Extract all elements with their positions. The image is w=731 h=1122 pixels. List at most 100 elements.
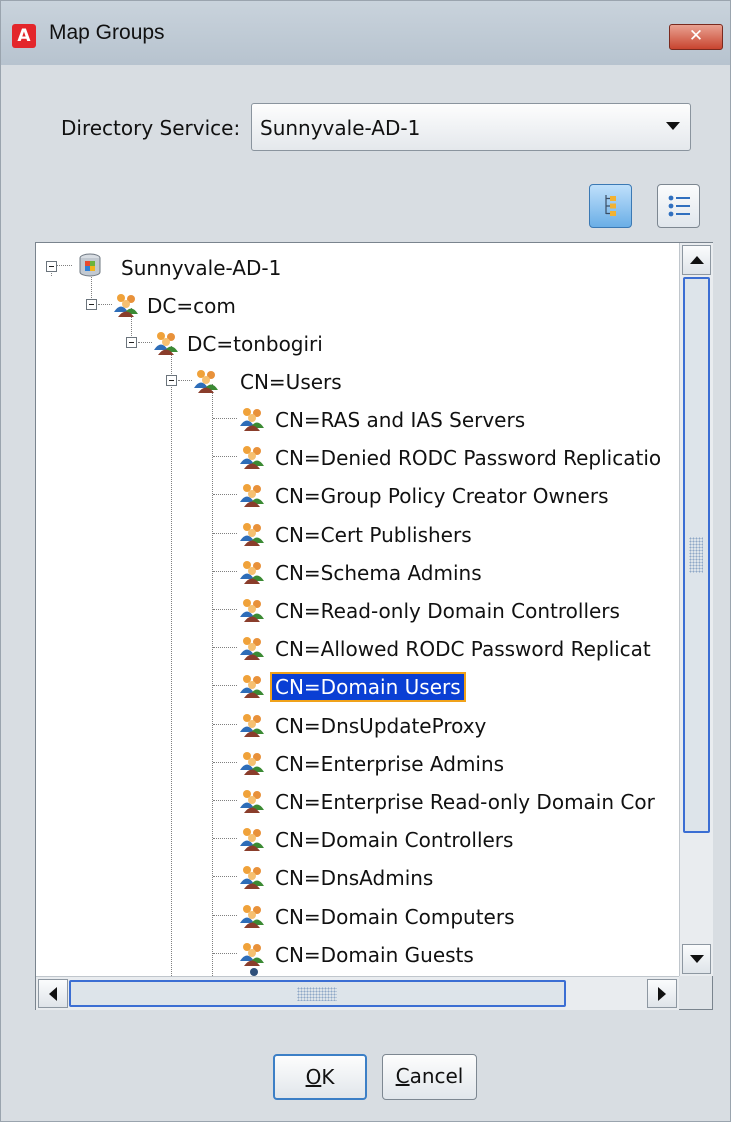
cancel-button[interactable]: Cancel xyxy=(382,1054,477,1100)
tree-connector xyxy=(212,384,213,976)
tree-connector xyxy=(213,609,237,610)
arrow-right-icon xyxy=(658,987,666,1001)
scroll-left-button[interactable] xyxy=(38,979,68,1008)
scroll-right-button[interactable] xyxy=(647,979,677,1008)
tree-node-label: CN=Group Policy Creator Owners xyxy=(275,484,609,509)
horizontal-scroll-thumb[interactable] xyxy=(69,980,566,1007)
collapse-toggle-icon[interactable] xyxy=(126,337,137,348)
tree-node-label: CN=Read-only Domain Controllers xyxy=(275,599,620,623)
tree-connector xyxy=(213,723,237,725)
tree-node-dc-tonbogiri[interactable]: DC=tonbogiri xyxy=(124,325,524,359)
horizontal-scrollbar[interactable] xyxy=(36,976,679,1010)
group-icon xyxy=(154,332,178,355)
directory-service-label: Directory Service: xyxy=(61,116,241,140)
group-icon xyxy=(240,713,264,737)
tree-connector xyxy=(213,418,237,419)
tree-node-group[interactable]: CN=Domain Guests xyxy=(238,936,679,970)
directory-service-select[interactable]: Sunnyvale-AD-1 xyxy=(251,103,691,151)
tree-view-button[interactable] xyxy=(589,184,632,228)
group-icon xyxy=(240,522,264,546)
tree-connector xyxy=(213,647,237,649)
directory-server-icon xyxy=(79,253,101,277)
tree-connector xyxy=(213,838,237,840)
map-groups-dialog: A Map Groups ✕ Directory Service: Sunnyv… xyxy=(0,0,731,1122)
tree-node-group[interactable]: CN=Domain Computers xyxy=(238,898,679,932)
directory-tree: Sunnyvale-AD-1 DC=com DC=tonbogiri CN=Us… xyxy=(36,243,679,976)
tree-node-group[interactable]: CN=Read-only Domain Controllers xyxy=(238,592,679,626)
tree-node-cn-users[interactable]: CN=Users xyxy=(164,363,564,397)
group-icon xyxy=(240,408,264,431)
tree-node-label: CN=Denied RODC Password Replicatio xyxy=(275,446,662,471)
tree-node-group[interactable]: CN=DnsUpdateProxy xyxy=(238,707,679,741)
arrow-left-icon xyxy=(49,987,57,1001)
tree-node-label: DC=tonbogiri xyxy=(187,332,323,356)
tree-connector xyxy=(213,800,237,801)
tree-node-label: CN=Schema Admins xyxy=(275,560,482,585)
tree-node-label: CN=Cert Publishers xyxy=(275,522,472,547)
tree-connector xyxy=(213,914,237,916)
tree-node-group[interactable]: CN=Enterprise Admins xyxy=(238,745,679,779)
tree-node-label: CN=Domain Users xyxy=(270,672,466,703)
tree-node-label: CN=Domain Computers xyxy=(275,904,515,929)
list-view-icon xyxy=(668,195,690,217)
directory-tree-panel: Sunnyvale-AD-1 DC=com DC=tonbogiri CN=Us… xyxy=(35,242,713,1010)
tree-connector xyxy=(213,456,237,458)
close-button[interactable]: ✕ xyxy=(669,24,723,50)
tree-node-root[interactable]: Sunnyvale-AD-1 xyxy=(44,249,444,283)
list-view-button[interactable] xyxy=(657,184,700,228)
tree-node-label: CN=DnsAdmins xyxy=(275,866,434,891)
vertical-scroll-thumb[interactable] xyxy=(683,277,710,833)
collapse-toggle-icon[interactable] xyxy=(166,375,177,386)
tree-node-label: CN=Domain Controllers xyxy=(275,828,514,853)
tree-connector xyxy=(213,532,237,534)
tree-connector xyxy=(213,761,237,763)
tree-connector xyxy=(171,346,172,976)
tree-node-group[interactable]: CN=DnsAdmins xyxy=(238,859,679,893)
collapse-toggle-icon[interactable] xyxy=(86,299,97,310)
tree-node-label: CN=Enterprise Admins xyxy=(275,751,505,776)
tree-connector xyxy=(213,494,237,496)
group-icon xyxy=(240,942,264,966)
group-icon xyxy=(240,446,264,470)
tree-connector xyxy=(213,570,237,572)
arrow-down-icon xyxy=(690,955,704,963)
grip-icon xyxy=(297,987,337,1001)
tree-node-group[interactable]: CN=Enterprise Read-only Domain Cor xyxy=(238,783,679,817)
tree-connector xyxy=(213,952,237,954)
group-icon xyxy=(250,968,258,976)
tree-node-group[interactable]: CN=Group Policy Creator Owners xyxy=(238,477,679,511)
tree-node-label: Sunnyvale-AD-1 xyxy=(121,256,282,280)
app-logo-icon: A xyxy=(12,24,36,48)
scroll-down-button[interactable] xyxy=(682,944,711,974)
tree-node-group[interactable]: CN=Allowed RODC Password Replicat xyxy=(238,630,679,664)
group-icon xyxy=(240,560,264,584)
tree-node-group[interactable]: CN=Domain Controllers xyxy=(238,821,679,855)
tree-node-label: DC=com xyxy=(147,294,236,318)
vertical-scrollbar[interactable] xyxy=(679,243,713,976)
tree-view-icon xyxy=(605,195,616,216)
directory-service-value: Sunnyvale-AD-1 xyxy=(260,116,421,140)
dialog-title: Map Groups xyxy=(49,21,165,44)
scroll-up-button[interactable] xyxy=(682,245,711,275)
tree-node-label: CN=RAS and IAS Servers xyxy=(275,408,526,432)
tree-node-dc-com[interactable]: DC=com xyxy=(84,287,484,321)
group-icon xyxy=(240,599,264,622)
tree-node-group[interactable]: CN=Schema Admins xyxy=(238,554,679,588)
group-icon xyxy=(240,904,264,928)
title-bar: A Map Groups ✕ xyxy=(1,1,730,65)
collapse-toggle-icon[interactable] xyxy=(46,261,57,272)
tree-node-label: CN=DnsUpdateProxy xyxy=(275,713,487,738)
tree-node-group[interactable]: CN=Denied RODC Password Replicatio xyxy=(238,439,679,473)
group-icon xyxy=(240,866,264,890)
group-icon xyxy=(194,370,218,393)
group-icon xyxy=(240,484,264,508)
tree-node-label: CN=Domain Guests xyxy=(275,942,474,967)
tree-node-group[interactable]: CN=RAS and IAS Servers xyxy=(238,401,679,435)
group-icon xyxy=(240,790,264,813)
ok-button[interactable]: OK xyxy=(273,1054,367,1100)
tree-node-group[interactable]: CN=Domain Users xyxy=(238,668,679,703)
tree-node-group[interactable]: CN=Cert Publishers xyxy=(238,516,679,550)
grip-icon xyxy=(689,537,703,573)
group-icon xyxy=(240,637,264,661)
scrollbar-corner xyxy=(679,976,712,1009)
